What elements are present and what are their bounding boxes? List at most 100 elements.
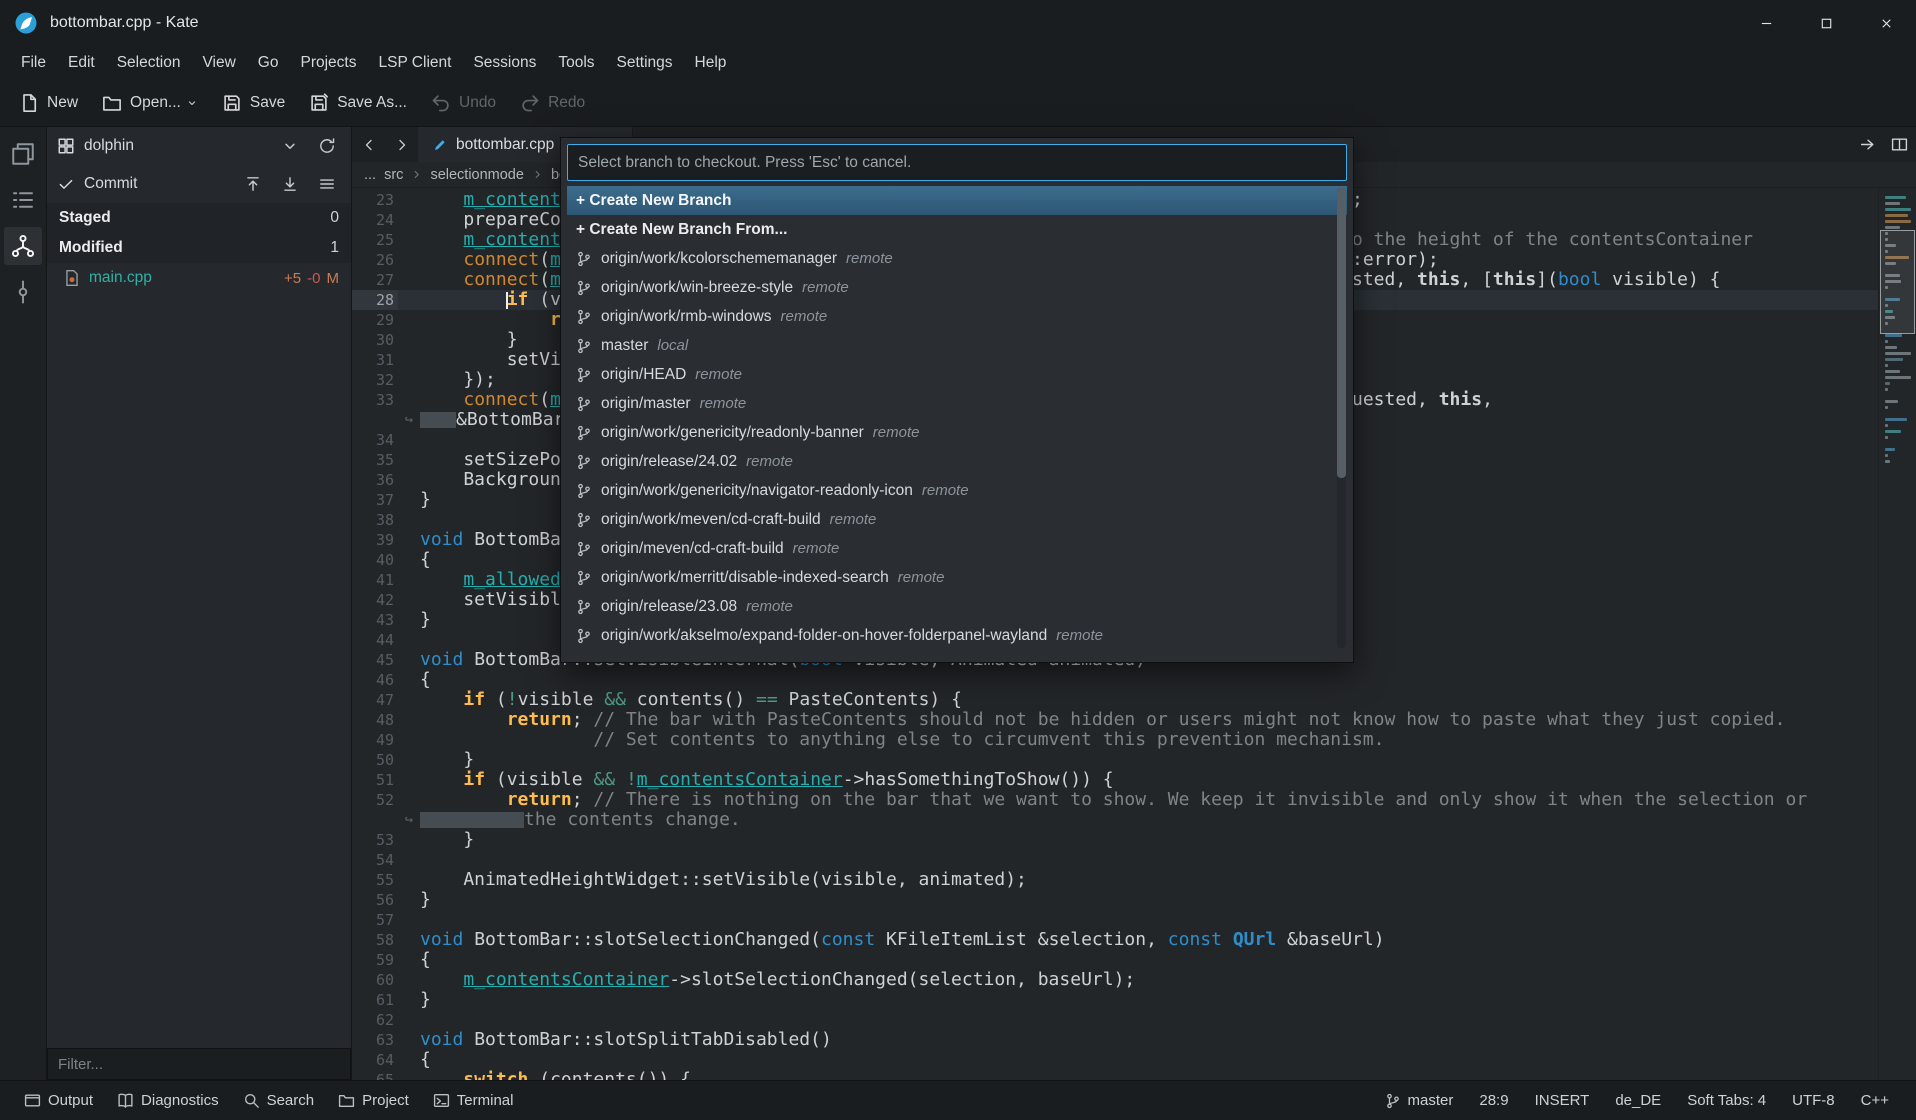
breadcrumb-item[interactable]: selectionmode — [430, 167, 524, 183]
save-button[interactable]: Save — [211, 86, 296, 120]
branch-search-input[interactable]: Select branch to checkout. Press 'Esc' t… — [567, 144, 1347, 181]
code-line-49[interactable]: 49 // Set contents to anything else to c… — [352, 730, 1878, 750]
code-line-47[interactable]: 47 if (!visible && contents() == PasteCo… — [352, 690, 1878, 710]
pull-button[interactable] — [276, 170, 304, 198]
branch-item[interactable]: origin/work/merritt/disable-indexed-sear… — [567, 563, 1347, 592]
branch-item[interactable]: origin/work/genericity/navigator-readonl… — [567, 476, 1347, 505]
panel-button-terminal[interactable]: Terminal — [423, 1086, 524, 1115]
code-line-63[interactable]: 63void BottomBar::slotSplitTabDisabled() — [352, 1030, 1878, 1050]
branch-item[interactable]: origin/work/kcolorschememanagerremote — [567, 244, 1347, 273]
status-de-de[interactable]: de_DE — [1602, 1086, 1674, 1115]
code-line-50[interactable]: 50 } — [352, 750, 1878, 770]
filter-input[interactable] — [47, 1048, 351, 1080]
panel-button-search[interactable]: Search — [233, 1086, 325, 1115]
code-line-48[interactable]: 48 return; // The bar with PasteContents… — [352, 710, 1878, 730]
menu-item-lsp-client[interactable]: LSP Client — [367, 49, 462, 77]
branch-icon — [576, 280, 592, 296]
commit-button[interactable]: Commit — [84, 175, 137, 193]
menu-item-projects[interactable]: Projects — [289, 49, 367, 77]
menu-item-sessions[interactable]: Sessions — [462, 49, 547, 77]
code-line-51[interactable]: 51 if (visible && !m_contentsContainer->… — [352, 770, 1878, 790]
branch-item[interactable]: origin/work/win-breeze-styleremote — [567, 273, 1347, 302]
menu-item-tools[interactable]: Tools — [547, 49, 605, 77]
status-insert[interactable]: INSERT — [1522, 1086, 1603, 1115]
code-line-59[interactable]: 59{ — [352, 950, 1878, 970]
git-section-modified[interactable]: Modified1 — [47, 233, 351, 263]
minimize-button[interactable] — [1736, 0, 1796, 46]
minimap-viewport[interactable] — [1880, 230, 1915, 334]
code-line-wrap[interactable]: ↪the contents change. — [352, 810, 1878, 830]
git-menu-button[interactable] — [313, 170, 341, 198]
code-line-46[interactable]: 46{ — [352, 670, 1878, 690]
git-file-row[interactable]: main.cpp+5-0M — [47, 263, 351, 293]
sidebar-tool-commits[interactable] — [4, 273, 42, 311]
branch-item[interactable]: origin/meven/cd-craft-buildremote — [567, 534, 1347, 563]
git-section-staged[interactable]: Staged0 — [47, 203, 351, 233]
push-button[interactable] — [239, 170, 267, 198]
refresh-button[interactable] — [313, 132, 341, 160]
branch-item[interactable]: origin/release/24.02remote — [567, 447, 1347, 476]
scrollbar-thumb[interactable] — [1337, 188, 1346, 478]
added-count: +5 — [284, 270, 301, 287]
branch-item[interactable]: origin/work/rmb-windowsremote — [567, 302, 1347, 331]
create-branch-action[interactable]: + Create New Branch — [567, 186, 1347, 215]
code-line-64[interactable]: 64{ — [352, 1050, 1878, 1070]
new-button[interactable]: New — [8, 86, 89, 120]
back-button[interactable] — [352, 127, 385, 162]
sidebar-tool-symbols[interactable] — [4, 181, 42, 219]
sidebar-tool-git[interactable] — [4, 227, 42, 265]
branch-item[interactable]: origin/work/… — [567, 650, 1347, 656]
code-line-53[interactable]: 53 } — [352, 830, 1878, 850]
menu-item-settings[interactable]: Settings — [606, 49, 684, 77]
status-28-9[interactable]: 28:9 — [1466, 1086, 1521, 1115]
code-line-65[interactable]: 65 switch (contents()) { — [352, 1070, 1878, 1080]
minimap[interactable] — [1878, 188, 1916, 1080]
sidebar-tool-documents[interactable] — [4, 135, 42, 173]
status-master[interactable]: master — [1372, 1086, 1467, 1115]
project-dropdown-button[interactable] — [276, 132, 304, 160]
line-text: return; // There is nothing on the bar t… — [420, 790, 1878, 810]
save-as-button[interactable]: Save As... — [298, 86, 418, 120]
maximize-button[interactable] — [1796, 0, 1856, 46]
code-line-58[interactable]: 58void BottomBar::slotSelectionChanged(c… — [352, 930, 1878, 950]
menu-item-edit[interactable]: Edit — [57, 49, 106, 77]
code-line-57[interactable]: 57 — [352, 910, 1878, 930]
branch-item[interactable]: origin/work/meven/cd-craft-buildremote — [567, 505, 1347, 534]
create-branch-action[interactable]: + Create New Branch From... — [567, 215, 1347, 244]
branch-item[interactable]: origin/work/akselmo/expand-folder-on-hov… — [567, 621, 1347, 650]
split-view-button[interactable] — [1886, 132, 1912, 158]
code-line-52[interactable]: 52 return; // There is nothing on the ba… — [352, 790, 1878, 810]
status-soft-tabs-4[interactable]: Soft Tabs: 4 — [1674, 1086, 1779, 1115]
panel-button-output[interactable]: Output — [14, 1086, 103, 1115]
code-line-54[interactable]: 54 — [352, 850, 1878, 870]
branch-item[interactable]: origin/release/23.08remote — [567, 592, 1347, 621]
breadcrumb-item[interactable]: ... — [364, 167, 376, 183]
branch-item[interactable]: masterlocal — [567, 331, 1347, 360]
branch-item[interactable]: origin/work/genericity/readonly-bannerre… — [567, 418, 1347, 447]
close-button[interactable] — [1856, 0, 1916, 46]
branch-item[interactable]: origin/HEADremote — [567, 360, 1347, 389]
panel-button-project[interactable]: Project — [328, 1086, 419, 1115]
status-utf-8[interactable]: UTF-8 — [1779, 1086, 1848, 1115]
project-selector[interactable]: dolphin — [47, 127, 351, 165]
quick-open-button[interactable] — [1854, 132, 1880, 158]
branch-item[interactable]: origin/masterremote — [567, 389, 1347, 418]
line-marker — [398, 690, 420, 710]
status-c[interactable]: C++ — [1848, 1086, 1902, 1115]
menu-item-file[interactable]: File — [10, 49, 57, 77]
forward-button[interactable] — [385, 127, 418, 162]
code-line-61[interactable]: 61} — [352, 990, 1878, 1010]
menu-item-go[interactable]: Go — [247, 49, 290, 77]
menu-item-help[interactable]: Help — [684, 49, 738, 77]
minimap-line — [1885, 220, 1911, 223]
code-line-62[interactable]: 62 — [352, 1010, 1878, 1030]
branch-list-scrollbar[interactable] — [1337, 188, 1346, 648]
code-line-56[interactable]: 56} — [352, 890, 1878, 910]
breadcrumb-item[interactable]: src — [384, 167, 403, 183]
menu-item-selection[interactable]: Selection — [106, 49, 192, 77]
panel-button-diagnostics[interactable]: Diagnostics — [107, 1086, 229, 1115]
code-line-55[interactable]: 55 AnimatedHeightWidget::setVisible(visi… — [352, 870, 1878, 890]
menu-item-view[interactable]: View — [191, 49, 246, 77]
code-line-60[interactable]: 60 m_contentsContainer->slotSelectionCha… — [352, 970, 1878, 990]
open-button[interactable]: Open... — [91, 86, 209, 120]
